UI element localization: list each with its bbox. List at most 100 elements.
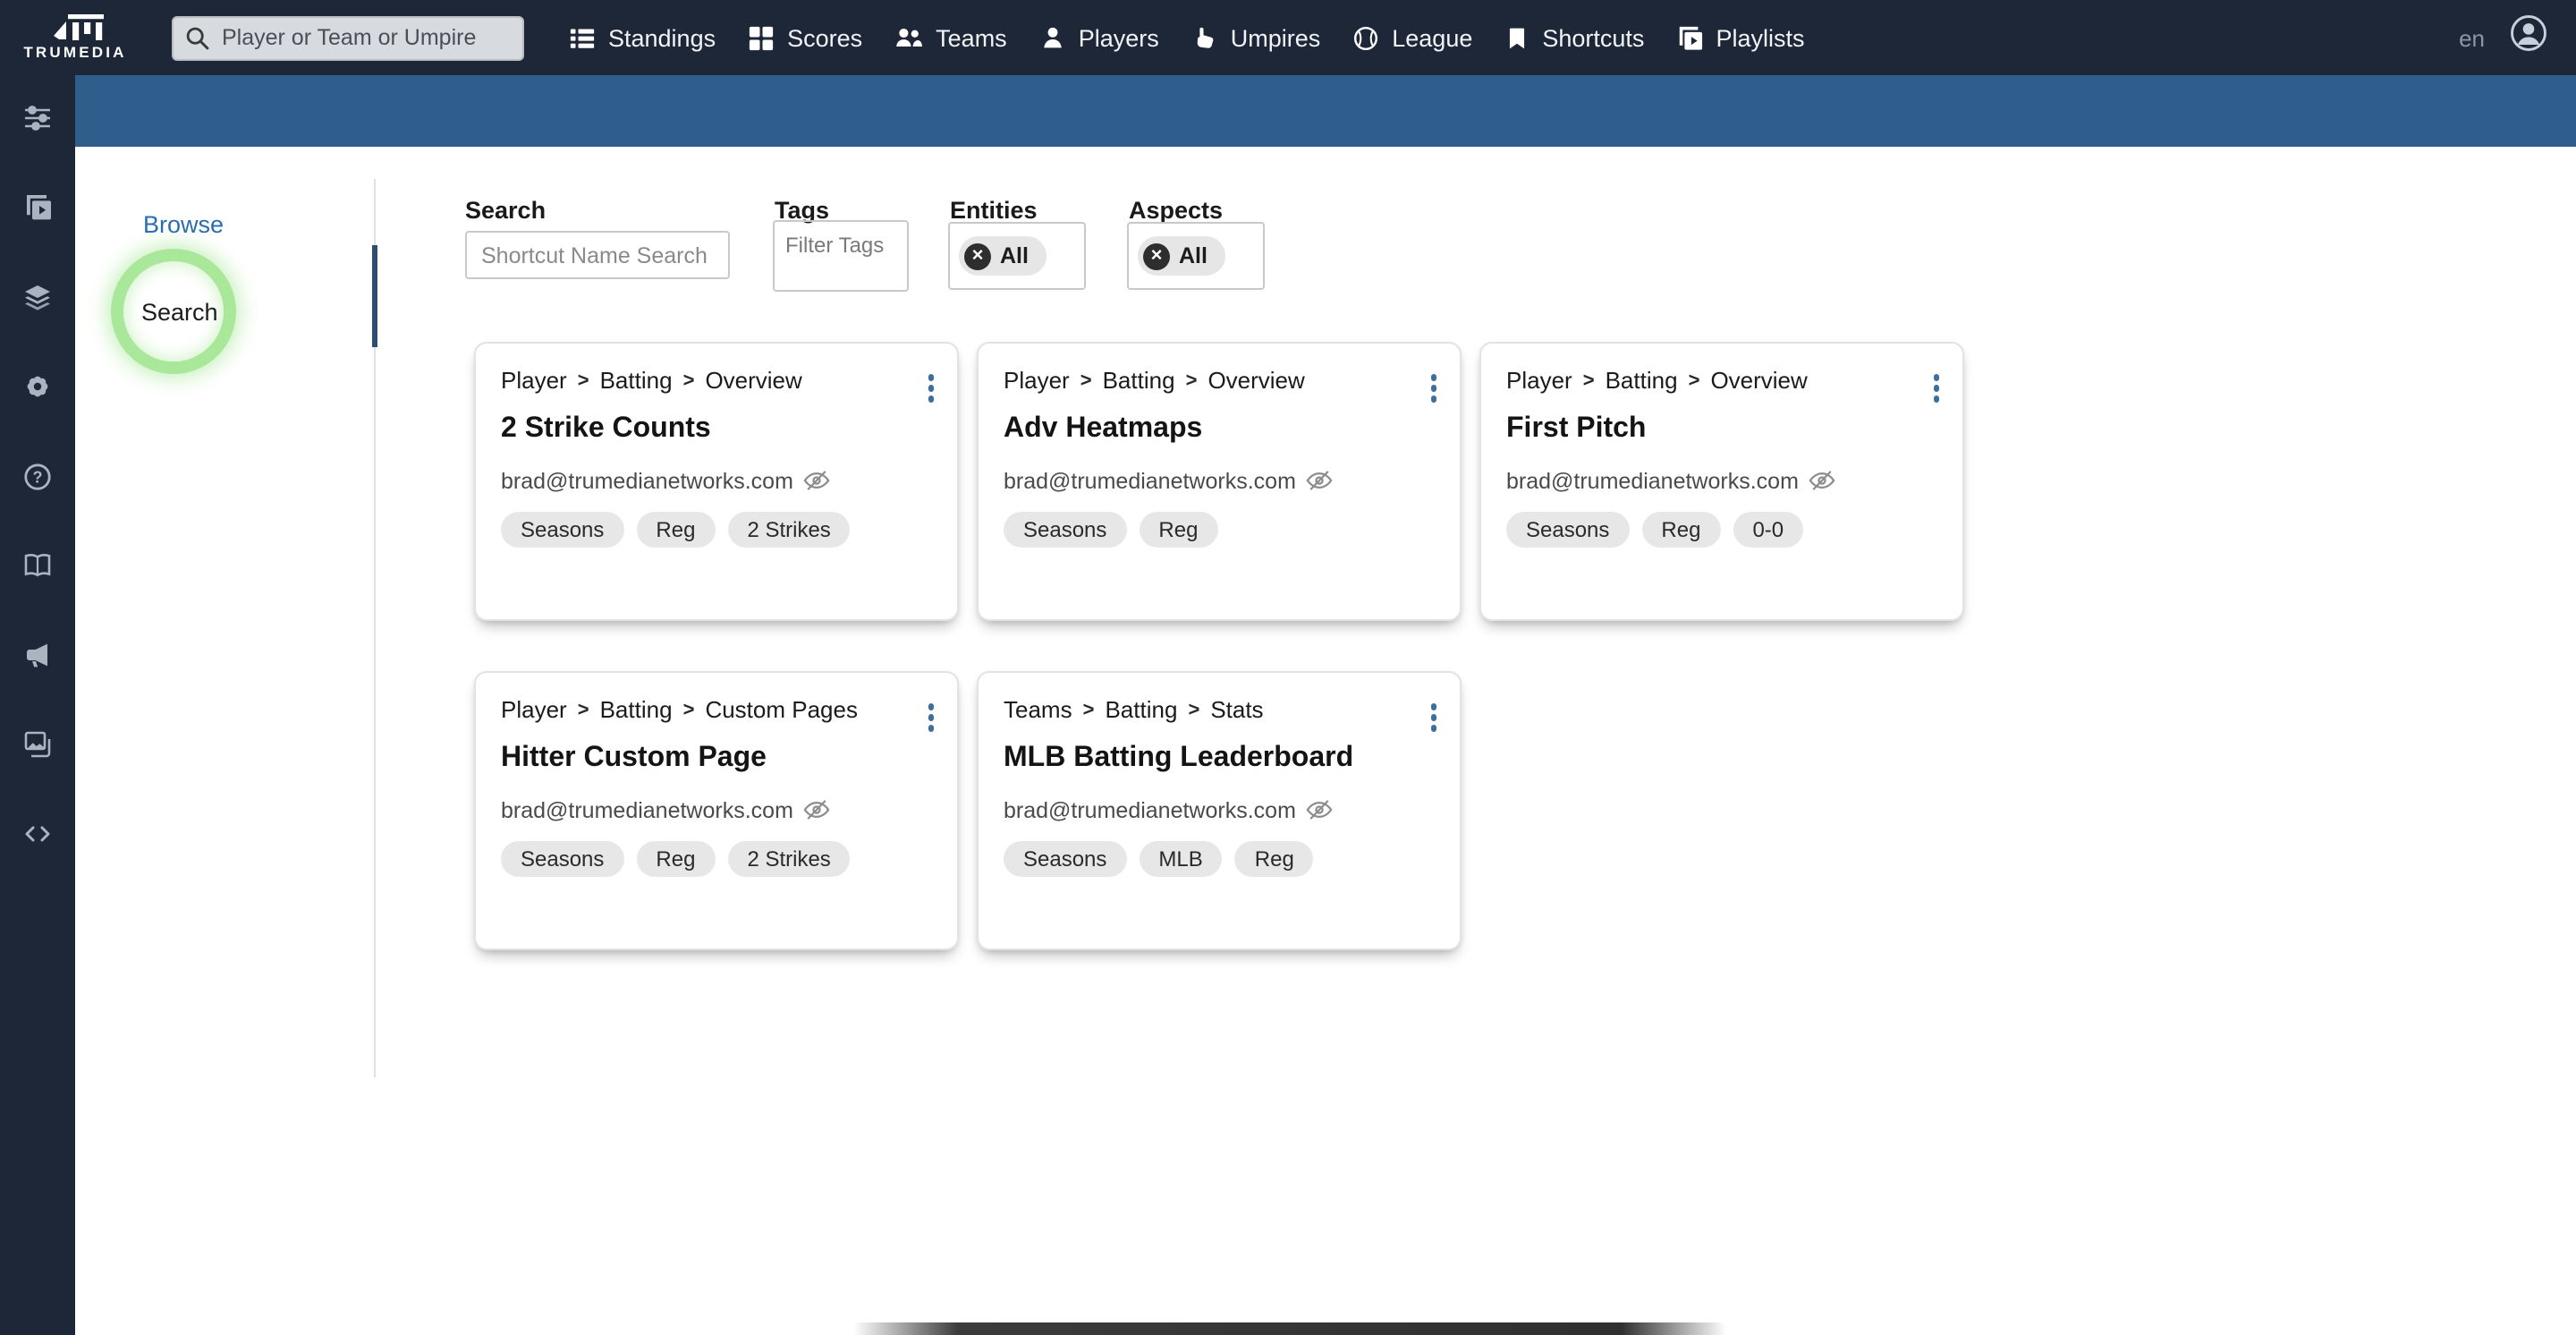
bottom-overlay-bar [853, 1322, 1726, 1335]
video-playlist-icon[interactable] [23, 193, 52, 222]
topbar: TRUMEDIA Standings Scores Teams [0, 0, 2576, 75]
sidebar-item-search[interactable]: Search [141, 299, 218, 326]
account-avatar-icon[interactable] [2510, 14, 2547, 61]
remove-chip-icon[interactable]: × [1143, 242, 1170, 269]
shortcut-card[interactable]: Teams > Batting > Stats MLB Batting Leaderbo… [977, 671, 1462, 950]
remove-chip-icon[interactable]: × [964, 242, 991, 269]
tag-pill: 0-0 [1733, 512, 1804, 548]
nav-standings[interactable]: Standings [569, 24, 716, 51]
card-owner: brad@trumedianetworks.com [501, 797, 793, 822]
kebab-menu-icon[interactable] [1427, 700, 1440, 735]
card-breadcrumb: Player > Batting > Custom Pages [501, 696, 858, 723]
card-breadcrumb: Player > Batting > Overview [501, 367, 802, 394]
nav-label: Players [1078, 24, 1159, 51]
nav-umpires[interactable]: Umpires [1191, 24, 1321, 51]
eye-off-icon [1809, 467, 1836, 494]
breadcrumb-part: Custom Pages [705, 696, 858, 723]
entities-all-chip[interactable]: × All [959, 236, 1046, 276]
global-search-input[interactable] [172, 15, 524, 60]
tag-pill: Seasons [501, 841, 624, 877]
nav-playlists[interactable]: Playlists [1676, 24, 1804, 51]
playlists-icon [1676, 24, 1703, 51]
nav-label: Standings [608, 24, 716, 51]
card-title[interactable]: First Pitch [1506, 413, 1937, 446]
gallery-icon[interactable] [23, 730, 52, 759]
trumedia-logo[interactable]: TRUMEDIA [0, 0, 150, 75]
help-icon[interactable]: ? [23, 462, 52, 490]
aspects-all-chip[interactable]: × All [1138, 236, 1225, 276]
card-owner: brad@trumedianetworks.com [1004, 797, 1296, 822]
nav-label: League [1392, 24, 1473, 51]
card-owner: brad@trumedianetworks.com [1506, 468, 1799, 493]
nav-label: Scores [787, 24, 863, 51]
shortcut-card[interactable]: Player > Batting > Custom Pages Hitter Custo… [474, 671, 959, 950]
league-icon [1352, 24, 1379, 51]
filter-search-label: Search [465, 197, 547, 224]
card-breadcrumb: Player > Batting > Overview [1004, 367, 1305, 394]
trumedia-logo-mark [54, 14, 104, 40]
tag-pill: Reg [636, 512, 716, 548]
shortcut-card[interactable]: Player > Batting > Overview Adv Heatmaps bra… [977, 342, 1462, 621]
nav-players[interactable]: Players [1039, 24, 1159, 51]
nav-label: Teams [936, 24, 1007, 51]
book-icon[interactable] [23, 551, 52, 580]
eye-off-icon [804, 467, 831, 494]
shortcut-name-search-input[interactable] [465, 231, 730, 279]
tag-pill: MLB [1139, 841, 1223, 877]
eye-off-icon [804, 796, 831, 823]
card-title[interactable]: 2 Strike Counts [501, 413, 932, 446]
filter-entities-label: Entities [950, 197, 1038, 224]
kebab-menu-icon[interactable] [1929, 370, 1943, 405]
breadcrumb-part: Player [1506, 367, 1572, 394]
umpires-icon [1191, 24, 1218, 51]
filter-icon[interactable] [23, 104, 52, 132]
kebab-menu-icon[interactable] [1427, 370, 1440, 405]
eye-off-icon [1307, 467, 1334, 494]
shortcut-card[interactable]: Player > Batting > Overview 2 Strike Counts … [474, 342, 959, 621]
nav-label: Umpires [1230, 24, 1321, 51]
card-breadcrumb: Player > Batting > Overview [1506, 367, 1808, 394]
tag-pill: Seasons [1004, 512, 1127, 548]
shortcut-card[interactable]: Player > Batting > Overview First Pitch brad… [1479, 342, 1964, 621]
card-owner: brad@trumedianetworks.com [501, 468, 793, 493]
filter-aspects-box: × All [1127, 222, 1265, 290]
card-title[interactable]: MLB Batting Leaderboard [1004, 743, 1435, 775]
nav-scores[interactable]: Scores [748, 24, 862, 51]
sidebar-item-browse[interactable]: Browse [143, 211, 224, 238]
kebab-menu-icon[interactable] [924, 700, 937, 735]
tag-pill: Seasons [501, 512, 624, 548]
kebab-menu-icon[interactable] [924, 370, 937, 405]
nav-label: Playlists [1716, 24, 1805, 51]
breadcrumb-part: Batting [599, 367, 673, 394]
card-title[interactable]: Adv Heatmaps [1004, 413, 1435, 446]
tag-pill: Reg [1641, 512, 1721, 548]
layers-icon[interactable] [23, 283, 52, 311]
breadcrumb-part: Stats [1210, 696, 1264, 723]
filter-tags-input[interactable] [785, 233, 896, 258]
filter-entities-box: × All [948, 222, 1086, 290]
svg-text:?: ? [33, 467, 43, 485]
breadcrumb-part: Player [501, 367, 567, 394]
card-tags: Seasons Reg [1004, 512, 1435, 548]
nav-teams[interactable]: Teams [894, 24, 1007, 51]
chevron-right-icon: > [1082, 699, 1095, 720]
card-tags: Seasons Reg 2 Strikes [501, 512, 932, 548]
tag-pill: 2 Strikes [727, 512, 851, 548]
scores-icon [748, 24, 775, 51]
logo-text: TRUMEDIA [23, 43, 127, 61]
nav-shortcuts[interactable]: Shortcuts [1504, 24, 1644, 51]
nav-league[interactable]: League [1352, 24, 1472, 51]
topbar-nav: Standings Scores Teams Players Umpires L… [569, 24, 1804, 51]
tag-pill: Reg [1234, 841, 1314, 877]
breadcrumb-part: Overview [1208, 367, 1305, 394]
language-selector[interactable]: en [2459, 24, 2485, 51]
chevron-right-icon: > [577, 370, 589, 391]
megaphone-icon[interactable] [23, 641, 52, 669]
chip-label: All [1179, 243, 1208, 268]
app-root: TRUMEDIA Standings Scores Teams [0, 0, 2576, 1335]
standings-icon [569, 24, 596, 51]
chevron-right-icon: > [1688, 370, 1700, 391]
card-title[interactable]: Hitter Custom Page [501, 743, 932, 775]
code-icon[interactable] [23, 820, 52, 848]
gear-icon[interactable] [23, 372, 52, 401]
